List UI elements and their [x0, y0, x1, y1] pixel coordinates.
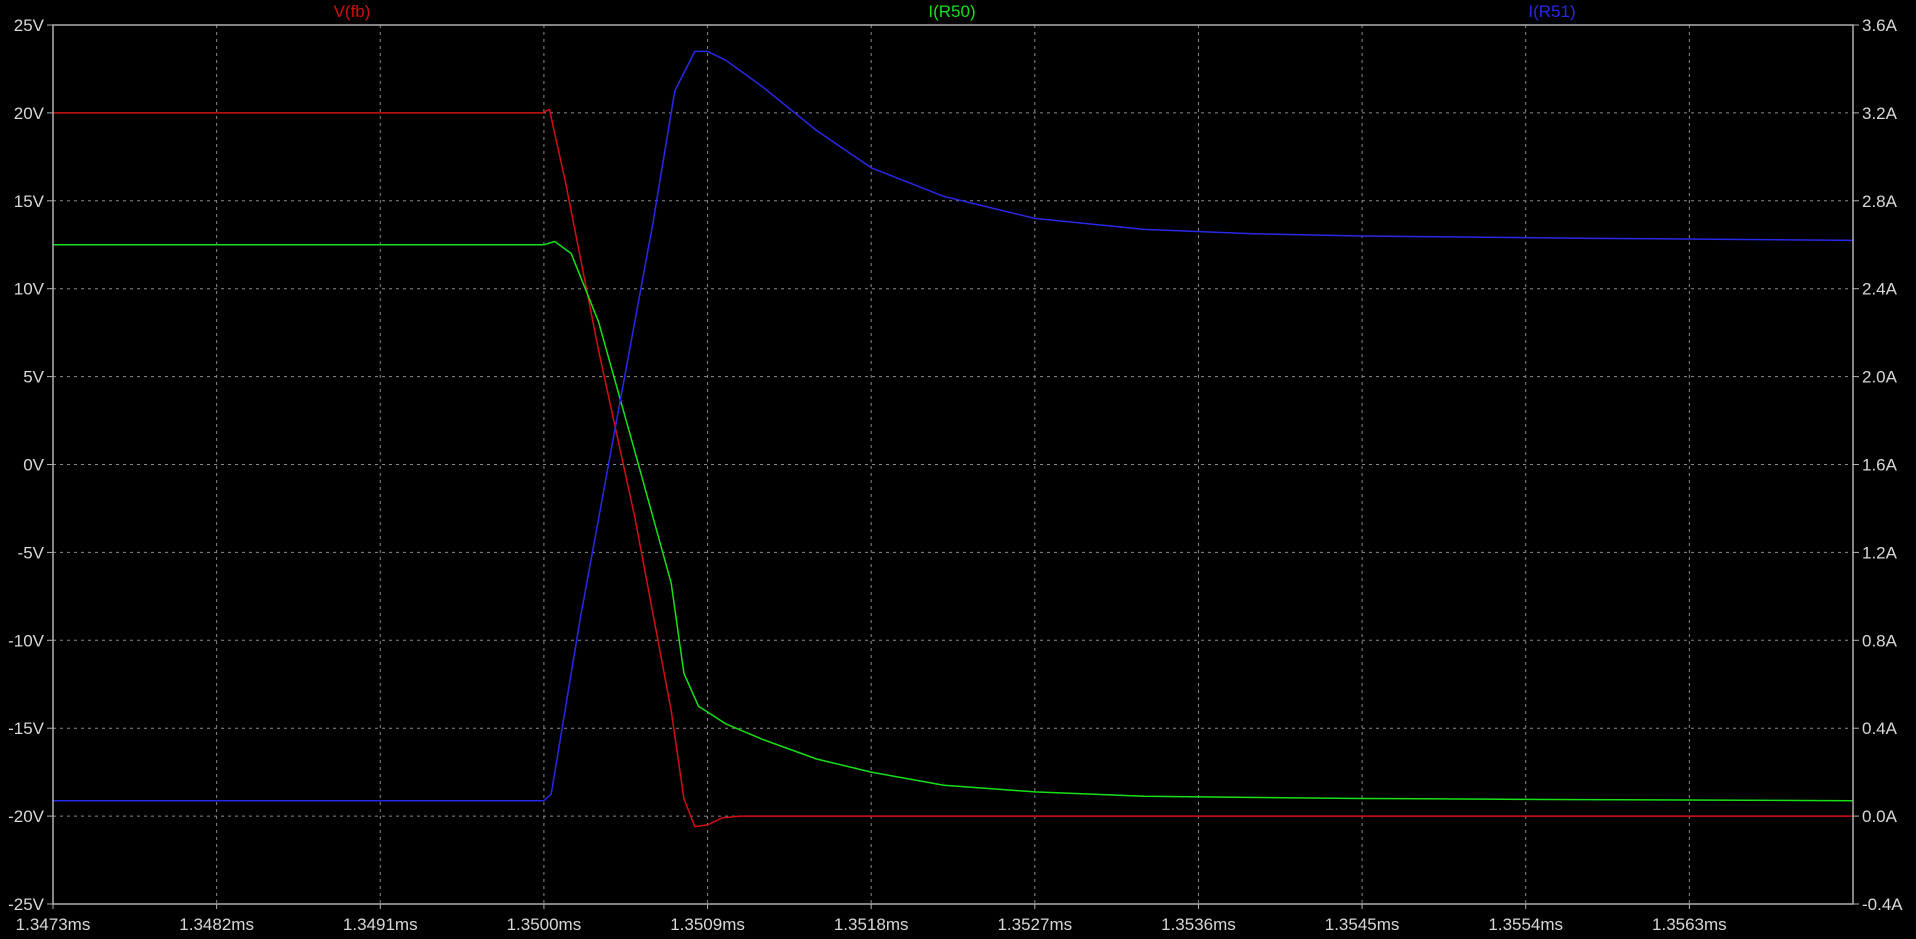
y-right-tick-label: 1.6A — [1862, 456, 1898, 475]
x-tick-label: 1.3527ms — [997, 915, 1072, 934]
y-left-tick-label: -10V — [8, 631, 45, 650]
y-right-tick-label: 0.8A — [1862, 631, 1898, 650]
y-left-tick-label: 5V — [23, 368, 44, 387]
y-right-tick-label: 3.6A — [1862, 16, 1898, 35]
x-tick-label: 1.3518ms — [834, 915, 909, 934]
legend-entry[interactable]: V(fb) — [334, 2, 371, 21]
y-left-tick-label: -25V — [8, 895, 45, 914]
legend-entry[interactable]: I(R51) — [1528, 2, 1575, 21]
x-tick-label: 1.3554ms — [1488, 915, 1563, 934]
x-tick-label: 1.3536ms — [1161, 915, 1236, 934]
y-left-tick-label: -20V — [8, 807, 45, 826]
y-left-tick-label: 10V — [14, 280, 45, 299]
y-right-tick-label: 2.0A — [1862, 368, 1898, 387]
x-tick-label: 1.3500ms — [507, 915, 582, 934]
x-tick-label: 1.3563ms — [1652, 915, 1727, 934]
legend-entry[interactable]: I(R50) — [928, 2, 975, 21]
y-left-tick-label: -5V — [18, 543, 45, 562]
x-tick-label: 1.3509ms — [670, 915, 745, 934]
y-right-tick-label: 2.4A — [1862, 280, 1898, 299]
y-left-tick-label: 15V — [14, 192, 45, 211]
x-tick-label: 1.3491ms — [343, 915, 418, 934]
x-tick-label: 1.3482ms — [179, 915, 254, 934]
x-tick-label: 1.3473ms — [16, 915, 91, 934]
x-tick-label: 1.3545ms — [1325, 915, 1400, 934]
y-left-tick-label: 25V — [14, 16, 45, 35]
y-left-tick-label: -15V — [8, 719, 45, 738]
waveform-plot: 1.3473ms 1.3482ms 1.3491ms 1.3500ms 1.3509ms… — [0, 0, 1916, 939]
y-right-tick-label: 0.0A — [1862, 807, 1898, 826]
y-left-tick-label: 0V — [23, 456, 44, 475]
y-right-tick-label: -0.4A — [1862, 895, 1903, 914]
plot-background — [0, 0, 1916, 939]
y-left-tick-label: 20V — [14, 104, 45, 123]
y-right-tick-label: 0.4A — [1862, 719, 1898, 738]
y-right-tick-label: 3.2A — [1862, 104, 1898, 123]
y-right-tick-label: 2.8A — [1862, 192, 1898, 211]
y-right-tick-label: 1.2A — [1862, 543, 1898, 562]
